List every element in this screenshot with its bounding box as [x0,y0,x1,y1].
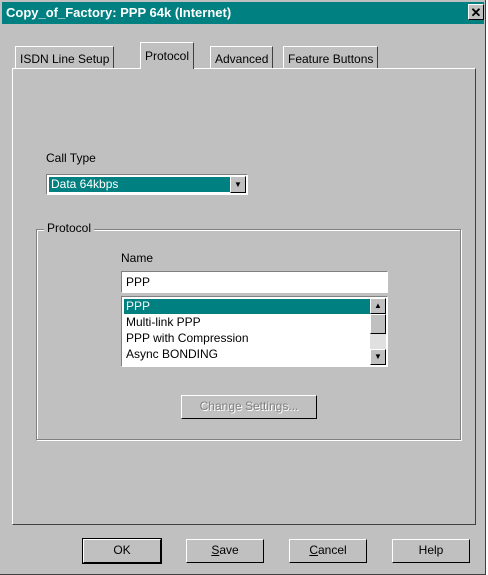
save-label: ave [219,543,239,557]
scroll-thumb[interactable] [370,314,386,334]
cancel-mnemonic: C [309,543,318,557]
protocol-group-title: Protocol [44,221,95,235]
arrow-up-icon[interactable]: ▲ [370,298,386,314]
tab-label: Advanced [215,52,269,66]
list-item[interactable]: Async BONDING [124,347,370,362]
listbox-scrollbar[interactable]: ▲ ▼ [370,298,386,365]
list-item[interactable]: PPP with Compression [124,331,370,346]
change-settings-button[interactable]: Change Settings... [181,395,317,419]
cancel-label: ancel [317,543,347,557]
help-button[interactable]: Help [392,539,470,563]
tab-label: Feature Buttons [288,52,374,66]
cancel-button[interactable]: Cancel [289,539,367,563]
save-button[interactable]: Save [186,539,264,563]
dialog-window: Copy_of_Factory: PPP 64k (Internet) ✕ IS… [0,0,486,575]
title-bar[interactable]: Copy_of_Factory: PPP 64k (Internet) ✕ [2,2,484,24]
tab-label: Protocol [145,49,190,63]
list-item[interactable]: Multi-link PPP [124,315,370,330]
call-type-label: Call Type [46,151,96,165]
tab-protocol[interactable]: Protocol [140,42,195,69]
call-type-value: Data 64kbps [49,177,231,192]
tab-label: ISDN Line Setup [20,52,110,66]
call-type-select[interactable]: Data 64kbps ▼ [46,174,248,195]
tab-isdn-line-setup[interactable]: ISDN Line Setup [15,46,115,68]
protocol-name-field[interactable]: PPP [121,271,388,293]
tab-feature-buttons[interactable]: Feature Buttons [283,46,379,68]
tab-advanced[interactable]: Advanced [210,46,274,68]
close-icon[interactable]: ✕ [468,4,484,20]
name-label: Name [121,251,154,265]
window-title: Copy_of_Factory: PPP 64k (Internet) [6,5,232,20]
chevron-down-icon[interactable]: ▼ [230,176,246,193]
protocol-listbox[interactable]: PPP Multi-link PPP PPP with Compression … [121,296,388,367]
list-item[interactable]: PPP [124,299,370,314]
arrow-down-icon[interactable]: ▼ [370,349,386,365]
ok-button[interactable]: OK [82,538,162,564]
